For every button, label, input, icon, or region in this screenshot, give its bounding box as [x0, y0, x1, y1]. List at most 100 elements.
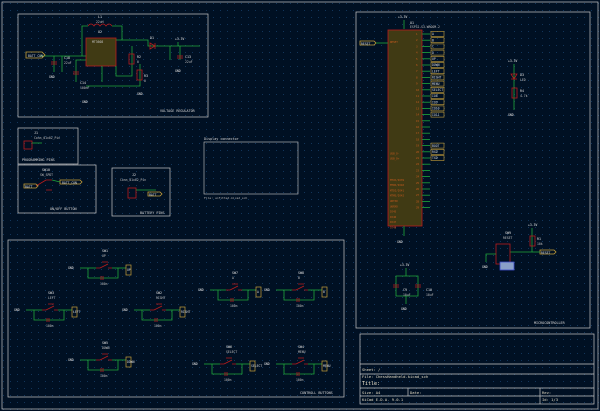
sw10-switch[interactable]	[35, 179, 52, 191]
mcu-netlabel-text: MENU	[432, 82, 440, 86]
mcu-pin-num: 24	[416, 175, 420, 179]
tb-title: Title:	[362, 381, 380, 387]
led-circuit: +3.3V D3 LED R4 4.7k GND	[508, 59, 528, 117]
mcu-pin-left-label: IO45	[390, 210, 397, 214]
l1-ref: L1	[98, 15, 102, 19]
mcu-pin-left-label: U0TXD	[390, 199, 398, 203]
button-net: RIGHT	[181, 310, 190, 314]
r1-resistor[interactable]	[529, 235, 536, 247]
microcontroller-title: MICROCONTROLLER	[534, 321, 566, 325]
r3-resistor[interactable]	[136, 69, 143, 81]
mcu-pin-left-label: MTDO/IO40	[390, 183, 404, 187]
microcontroller-block: MICROCONTROLLER +3.3V U1 ESP32-S3-WROOM-…	[355, 11, 591, 329]
sw9-selection-highlight[interactable]	[499, 261, 515, 271]
pushbutton-switch[interactable]	[96, 261, 112, 269]
pushbutton-switch[interactable]	[292, 283, 308, 291]
u1-value: ESP32-S3-WROOM-2	[410, 25, 440, 29]
l1-inductor[interactable]	[87, 23, 113, 27]
mcu-pin-num: 23	[416, 168, 420, 172]
button-ref: SW7	[232, 271, 238, 275]
d3-ref: D3	[520, 73, 524, 77]
button-name: SELECT	[226, 350, 237, 354]
button-ref: SW3	[48, 291, 54, 295]
button-gnd: GND	[68, 358, 74, 362]
r4-value: 4.7k	[520, 94, 528, 98]
c10-ref: C10	[426, 288, 432, 292]
led-v33: +3.3V	[508, 59, 517, 63]
mcu-pin-num: 13	[416, 106, 420, 110]
buttons-layer: SW1UP100nGND UPSW3LEFT100nGND LEFTSW2RIGHT…	[14, 249, 331, 382]
r2-ref: R2	[137, 55, 141, 59]
onoff-button-block: ON/OFF BUTTON SW10 SW_SPDT BATT BATT_CON	[17, 164, 97, 214]
d1-ref: D1	[150, 36, 154, 40]
batt-text: BATT	[25, 185, 33, 189]
tb-kicad: KiCad E.D.A. 9.0.1	[362, 397, 404, 402]
mcu-pin-num: 26	[416, 187, 420, 191]
button-ref: SW2	[156, 291, 162, 295]
button-ref: SW5	[102, 341, 108, 345]
pushbutton-switch[interactable]	[150, 303, 166, 311]
c10-value: 10uF	[426, 293, 434, 297]
display-sheet[interactable]: Display connector File: unfitted.kicad_s…	[203, 137, 299, 200]
mcu-pin-num: 16	[416, 125, 420, 129]
title-block: Sheet: / File: ChessHandheld.kicad_sch T…	[359, 333, 595, 405]
mcu-pin-left-label: IO48	[390, 226, 397, 230]
mcu-netlabel-text: RIGHT	[432, 76, 441, 80]
j2-connector[interactable]	[127, 187, 137, 199]
reset-text: RESET	[361, 42, 370, 46]
mcu-pin-left-label: MTDI/IO41	[390, 188, 404, 192]
controll-buttons-title: CONTROLL BUTTONS	[300, 391, 333, 395]
sw9-ref: SW9	[505, 231, 511, 235]
mcu-netlabel-text: B	[432, 38, 434, 42]
button-circuit-up: SW1UP100nGND UP	[68, 249, 132, 286]
pushbutton-switch[interactable]	[42, 303, 58, 311]
c13-ref: C13	[185, 55, 191, 59]
mcu-pin-left-label: IO46	[390, 215, 397, 219]
button-circuit-select: SW6SELECT100nGND SELECT	[192, 345, 262, 382]
button-name: A	[232, 276, 234, 280]
button-cap-value: 100n	[154, 324, 162, 328]
c9-value: 10uF	[403, 293, 411, 297]
r2-value: 0	[137, 60, 139, 64]
mcu-pin-left-label: MTCK/IO39	[390, 178, 404, 182]
button-net: SELECT	[251, 364, 262, 368]
mcu-netlabel-text: IO9	[432, 100, 438, 104]
mcu-pin-num: 27	[416, 193, 420, 197]
r2-resistor[interactable]	[128, 53, 135, 65]
mcu-pin-left-label: MTMS/IO42	[390, 194, 404, 198]
gnd-label-3: GND	[137, 92, 143, 96]
j2-value: Conn_01x02_Pin	[120, 178, 146, 182]
sw9-switch[interactable]	[495, 243, 511, 265]
decoupling-caps: +3.3V C9 10uF C10 10uF GND	[393, 263, 434, 311]
pushbutton-switch[interactable]	[226, 283, 242, 291]
mcu-netlabel-text: C	[432, 45, 434, 49]
button-cap-value: 100n	[100, 282, 108, 286]
button-gnd: GND	[68, 266, 74, 270]
tb-rev: Rev:	[542, 390, 551, 395]
j1-connector[interactable]	[23, 140, 33, 150]
gnd-label-2: GND	[82, 100, 88, 104]
r4-resistor[interactable]	[511, 87, 518, 99]
mcu-pin-num: 22	[416, 162, 420, 166]
pushbutton-switch[interactable]	[292, 357, 308, 365]
l1-value: 22uH	[96, 20, 104, 24]
display-sheet-file: File: unfitted.kicad_sch	[204, 196, 248, 200]
display-sheet-title: Display connector	[204, 137, 239, 141]
mcu-pin-num: 18	[416, 137, 420, 141]
button-gnd: GND	[122, 308, 128, 312]
button-circuit-a: SW7A100nGND A	[198, 271, 262, 308]
mcu-netlabel-text: SELECT	[432, 88, 443, 92]
pushbutton-switch[interactable]	[96, 353, 112, 361]
mcu-pin-left-label: IO47	[390, 220, 397, 224]
mcu-pin-num: 29	[416, 206, 420, 210]
button-net: MENU	[323, 364, 331, 368]
batt-con-text: BATT_CON	[28, 54, 43, 58]
mcu-pin-num: 12	[416, 100, 420, 104]
mcu-netlabel-text: D	[432, 51, 434, 55]
button-name: DOWN	[102, 346, 110, 350]
button-circuit-b: SW8B100nGND B	[264, 271, 328, 308]
pushbutton-switch[interactable]	[220, 357, 236, 365]
batt-con-text-2: BATT_CON	[62, 181, 77, 185]
schematic-canvas[interactable]: VOLTAGE REGULATOR U2 MT3608 L1 22uH BATT…	[0, 0, 600, 411]
mcu-pin-num: 17	[416, 131, 420, 135]
